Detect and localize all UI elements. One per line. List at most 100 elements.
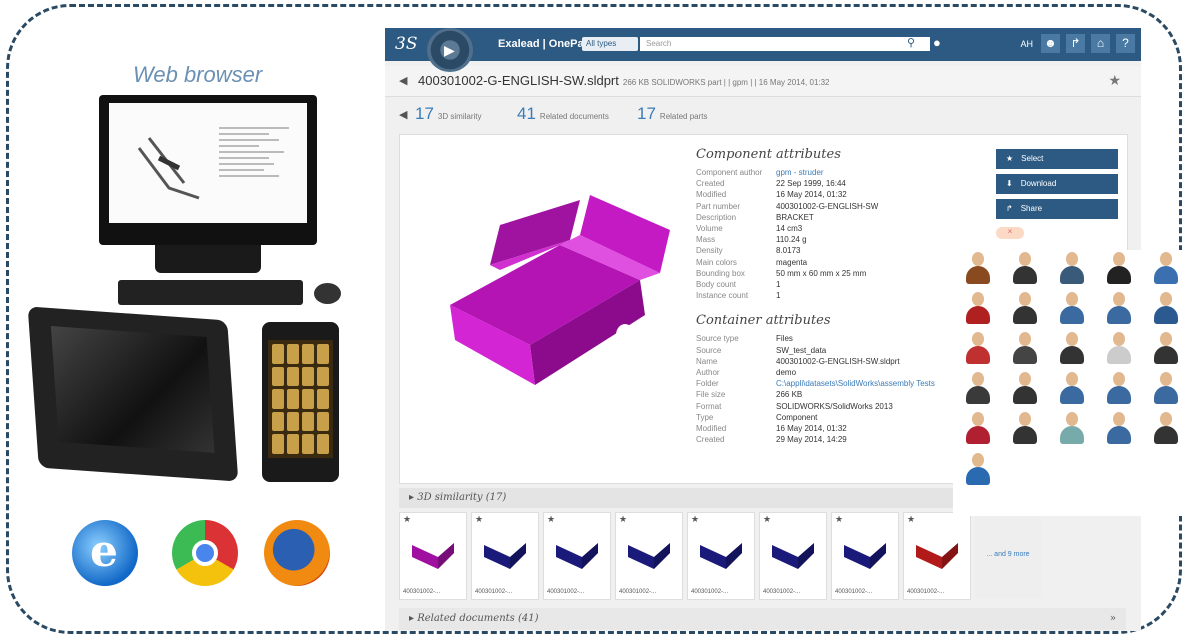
3ds-logo-icon[interactable]: 3S	[395, 34, 417, 54]
related-documents-header[interactable]: ▸ Related documents (41)»	[399, 608, 1126, 630]
star-icon[interactable]: ★	[835, 514, 843, 525]
star-icon: ★	[1006, 154, 1014, 163]
attribute-value: demo	[776, 368, 797, 378]
user-avatar-icon	[1059, 372, 1085, 406]
component-attribute-row: Created 22 Sep 1999, 16:44	[696, 178, 986, 189]
attribute-key: Description	[696, 212, 737, 222]
attributes-block: Component attributes Component author gpm…	[696, 147, 986, 445]
component-attribute-row: Modified 16 May 2014, 01:32	[696, 189, 986, 200]
thumbnail-label: 400301002-...	[403, 589, 441, 595]
pin-icon[interactable]: ●	[933, 35, 941, 50]
attribute-key: Main colors	[696, 257, 737, 267]
star-icon[interactable]: ★	[403, 514, 411, 525]
tab-related-parts[interactable]: 17 Related parts	[637, 104, 708, 124]
star-icon[interactable]: ★	[619, 514, 627, 525]
attribute-key: File size	[696, 390, 726, 400]
search-icon[interactable]: ⚲	[907, 36, 915, 49]
home-icon[interactable]: ⌂	[1091, 34, 1110, 53]
compass-icon[interactable]: ▶	[427, 28, 473, 72]
attribute-value[interactable]: C:\appli\datasets\SolidWorks\assembly Te…	[776, 378, 935, 389]
star-icon[interactable]: ★	[763, 514, 771, 525]
user-avatar-icon	[1153, 292, 1179, 326]
similar-part-thumbnail[interactable]: ★ 400301002-...	[615, 512, 683, 600]
user-avatar-icon	[1012, 412, 1038, 446]
thumbnail-label: 400301002-...	[475, 589, 513, 595]
attribute-value: 16 May 2014, 01:32	[776, 190, 847, 200]
container-attribute-row: Created 29 May 2014, 14:29	[696, 434, 986, 445]
user-avatar-icon	[1059, 332, 1085, 366]
tablet	[27, 306, 239, 482]
bracket-3d-view[interactable]	[430, 185, 680, 405]
attribute-value[interactable]: gpm - struder	[776, 167, 824, 178]
similar-part-thumbnail[interactable]: ★ 400301002-...	[831, 512, 899, 600]
similar-part-thumbnail[interactable]: ★ 400301002-...	[903, 512, 971, 600]
share-button[interactable]: ↱ Share	[996, 199, 1118, 219]
favorite-star-icon[interactable]: ★	[1108, 72, 1121, 89]
user-avatar-icon	[1106, 252, 1132, 286]
container-attribute-row: Modified 16 May 2014, 01:32	[696, 423, 986, 434]
similar-part-thumbnail[interactable]: ★ 400301002-...	[543, 512, 611, 600]
search-input[interactable]: Search	[640, 37, 930, 51]
container-attribute-row: Format SOLIDWORKS/SolidWorks 2013	[696, 401, 986, 412]
attribute-key: Modified	[696, 190, 727, 200]
part-thumbnail-image	[484, 543, 526, 569]
similar-part-thumbnail[interactable]: ★ 400301002-...	[399, 512, 467, 600]
share-icon: ↱	[1006, 204, 1013, 213]
star-icon[interactable]: ★	[475, 514, 483, 525]
thumbnail-label: 400301002-...	[907, 589, 945, 595]
part-thumbnail-image	[628, 543, 670, 569]
container-attribute-row: Type Component	[696, 412, 986, 423]
attribute-value: BRACKET	[776, 212, 814, 222]
star-icon[interactable]: ★	[907, 514, 915, 525]
attribute-key: Name	[696, 356, 718, 366]
similarity-thumbnails: ★ 400301002-... ★ 400301002-... ★ 400301002-.…	[399, 512, 1126, 602]
attribute-value: SOLIDWORKS/SolidWorks 2013	[776, 401, 893, 411]
share-icon[interactable]: ↱	[1066, 34, 1085, 53]
star-icon[interactable]: ★	[691, 514, 699, 525]
chrome-icon	[172, 520, 238, 586]
tabs-back-icon[interactable]: ◀	[399, 108, 407, 121]
web-browser-label: Web browser	[133, 62, 263, 87]
select-button[interactable]: ★ Select	[996, 149, 1118, 169]
part-sketch	[137, 137, 200, 200]
attribute-key: Source type	[696, 334, 739, 344]
similar-part-thumbnail[interactable]: ★ 400301002-...	[471, 512, 539, 600]
user-avatar-icon	[1153, 252, 1179, 286]
download-button[interactable]: ⬇ Download	[996, 174, 1118, 194]
user-avatar-icon	[965, 453, 991, 487]
component-attribute-row: Body count 1	[696, 279, 986, 290]
user-avatar-icon	[1153, 372, 1179, 406]
user-avatar-icon	[965, 252, 991, 286]
user-avatar-icon	[965, 292, 991, 326]
thumbnail-label: 400301002-...	[835, 589, 873, 595]
similar-part-thumbnail[interactable]: ★ 400301002-...	[759, 512, 827, 600]
actions-block: ★ Select ⬇ Download ↱ Share ×	[996, 149, 1118, 239]
tab-3d-similarity[interactable]: 17 3D similarity	[415, 104, 481, 124]
container-attribute-row: Name 400301002-G-ENGLISH-SW.sldprt	[696, 356, 986, 367]
user-avatar-icon	[1012, 332, 1038, 366]
monitor-text-lines	[219, 123, 299, 181]
desktop-monitor	[99, 95, 317, 245]
attribute-key: Instance count	[696, 291, 749, 301]
part-thumbnail-image	[700, 543, 742, 569]
container-attribute-row: Folder C:\appli\datasets\SolidWorks\assem…	[696, 378, 986, 389]
user-avatar-icon	[965, 372, 991, 406]
attribute-value: 8.0173	[776, 246, 801, 256]
similar-part-thumbnail[interactable]: ★ 400301002-...	[687, 512, 755, 600]
scope-select[interactable]: All types	[582, 37, 638, 51]
tab-related-documents[interactable]: 41 Related documents	[517, 104, 609, 124]
user-icon[interactable]: ☻	[1041, 34, 1060, 53]
back-arrow-icon[interactable]: ◀	[399, 74, 407, 87]
component-attribute-row: Main colors magenta	[696, 257, 986, 268]
user-avatar-icon	[1106, 292, 1132, 326]
firefox-icon	[264, 520, 330, 586]
star-icon[interactable]: ★	[547, 514, 555, 525]
more-results-link[interactable]: ... and 9 more	[975, 512, 1041, 598]
attribute-key: Type	[696, 412, 714, 422]
thumbnail-label: 400301002-...	[691, 589, 729, 595]
expand-right-icon[interactable]: »	[1110, 608, 1116, 630]
container-attribute-row: Source type Files	[696, 333, 986, 344]
help-icon[interactable]: ?	[1116, 34, 1135, 53]
tag-pill[interactable]: ×	[996, 227, 1024, 239]
user-avatar-icon	[1012, 252, 1038, 286]
